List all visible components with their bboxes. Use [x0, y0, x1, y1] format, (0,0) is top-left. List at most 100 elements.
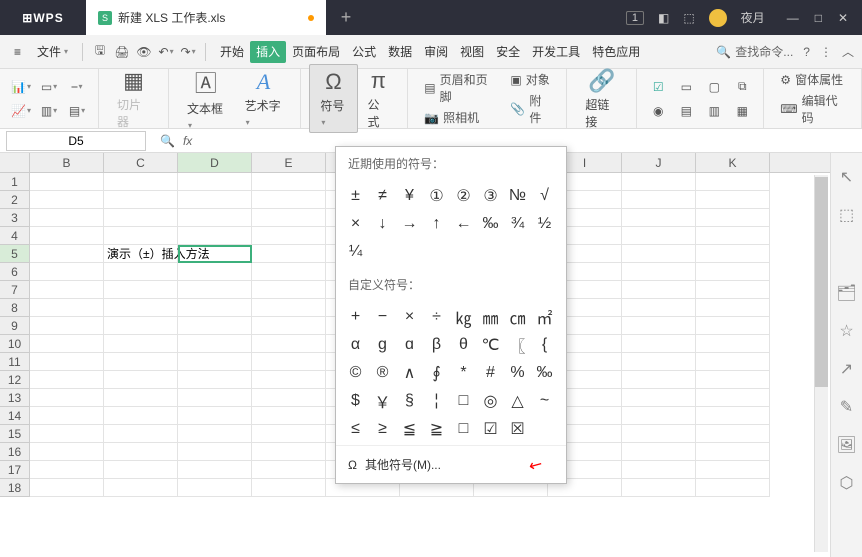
symbol-item[interactable]: ≧ — [423, 415, 450, 443]
cell[interactable] — [252, 425, 326, 443]
cell[interactable] — [30, 425, 104, 443]
cell[interactable] — [622, 335, 696, 353]
symbol-item[interactable]: ￥ — [369, 387, 396, 415]
cell[interactable] — [178, 317, 252, 335]
cell[interactable] — [178, 227, 252, 245]
cell[interactable] — [178, 371, 252, 389]
column-header[interactable]: C — [104, 153, 178, 172]
attachment-button[interactable]: 📎附件 — [510, 92, 550, 126]
symbol-item[interactable]: { — [531, 331, 558, 359]
cell[interactable] — [252, 299, 326, 317]
select-all-corner[interactable] — [0, 153, 30, 172]
cell[interactable] — [696, 209, 770, 227]
cell[interactable] — [622, 317, 696, 335]
symbol-item[interactable]: × — [396, 303, 423, 331]
symbol-item[interactable]: ≤ — [342, 415, 369, 443]
cell[interactable] — [104, 317, 178, 335]
line-icon[interactable]: ⎯▾ — [68, 78, 86, 96]
settings-icon[interactable]: ⬡ — [840, 473, 854, 493]
cell[interactable] — [178, 479, 252, 497]
minimize-button[interactable]: — — [787, 11, 799, 25]
menu-hamburger[interactable]: ≡ — [8, 41, 27, 63]
row-header[interactable]: 14 — [0, 407, 30, 425]
cell[interactable] — [30, 173, 104, 191]
menu-tab-5[interactable]: 审阅 — [418, 41, 454, 63]
textbox-button[interactable]: 🄰 文本框▾ — [177, 62, 235, 135]
symbol-item[interactable]: ɡ — [369, 331, 396, 359]
symbol-item[interactable]: ☒ — [504, 415, 531, 443]
cell[interactable] — [178, 443, 252, 461]
chart-icon[interactable]: 📊▾ — [12, 78, 30, 96]
user-avatar[interactable] — [709, 9, 727, 27]
app-icon-2[interactable]: ⬚ — [683, 11, 694, 25]
symbol-item[interactable]: + — [342, 303, 369, 331]
symbol-item[interactable]: ¾ — [504, 210, 531, 238]
menu-tab-1[interactable]: 插入 — [250, 41, 286, 63]
symbol-item[interactable]: ◎ — [477, 387, 504, 415]
cell[interactable] — [30, 263, 104, 281]
select-tool-icon[interactable]: ⬚ — [839, 205, 854, 225]
cell[interactable] — [30, 191, 104, 209]
redo-icon[interactable]: ↷▾ — [179, 43, 197, 61]
radio-control-icon[interactable]: ◉ — [649, 102, 667, 120]
cell[interactable] — [30, 443, 104, 461]
app-logo[interactable]: ⊞ WPS — [0, 0, 86, 35]
cursor-tool-icon[interactable]: ↖ — [840, 167, 853, 187]
help-button[interactable]: ? — [803, 45, 810, 59]
symbol-item[interactable]: □ — [450, 387, 477, 415]
symbol-item[interactable]: ¦ — [423, 387, 450, 415]
cell[interactable] — [104, 299, 178, 317]
maximize-button[interactable]: □ — [815, 11, 822, 25]
cell[interactable] — [178, 245, 252, 263]
row-header[interactable]: 4 — [0, 227, 30, 245]
cell[interactable] — [696, 227, 770, 245]
column-header[interactable]: B — [30, 153, 104, 172]
cell[interactable] — [30, 335, 104, 353]
fx-icon[interactable]: fx — [183, 134, 192, 148]
column-header[interactable]: E — [252, 153, 326, 172]
symbol-item[interactable]: № — [504, 182, 531, 210]
cell[interactable] — [104, 371, 178, 389]
symbol-item[interactable]: ≦ — [396, 415, 423, 443]
edit-icon[interactable]: ✎ — [840, 397, 853, 417]
row-header[interactable]: 13 — [0, 389, 30, 407]
cell[interactable] — [252, 191, 326, 209]
menu-tab-4[interactable]: 数据 — [382, 41, 418, 63]
row-header[interactable]: 9 — [0, 317, 30, 335]
print-icon[interactable]: 🖨 — [113, 43, 131, 61]
row-header[interactable]: 12 — [0, 371, 30, 389]
column-header[interactable]: J — [622, 153, 696, 172]
row-header[interactable]: 1 — [0, 173, 30, 191]
symbol-item[interactable]: △ — [504, 387, 531, 415]
cell[interactable] — [622, 209, 696, 227]
cell[interactable] — [696, 479, 770, 497]
cell[interactable] — [30, 245, 104, 263]
symbol-item[interactable]: ‰ — [531, 359, 558, 387]
new-tab-button[interactable]: + — [326, 0, 366, 35]
row-header[interactable]: 2 — [0, 191, 30, 209]
symbol-item[interactable]: % — [504, 359, 531, 387]
cell[interactable] — [696, 245, 770, 263]
symbol-item[interactable]: ← — [450, 210, 477, 238]
symbol-item[interactable]: § — [396, 387, 423, 415]
cell[interactable] — [252, 479, 326, 497]
symbol-item[interactable]: 〖 — [504, 331, 531, 359]
cell[interactable] — [178, 425, 252, 443]
column-header[interactable]: D — [178, 153, 252, 172]
scrollbar-control-icon[interactable]: ▥ — [705, 102, 723, 120]
object-button[interactable]: ▣对象 — [510, 71, 550, 88]
cell[interactable] — [252, 407, 326, 425]
cell[interactable] — [696, 281, 770, 299]
cell[interactable] — [30, 389, 104, 407]
symbol-item[interactable]: $ — [342, 387, 369, 415]
settings-button[interactable]: ⋮ — [820, 45, 832, 59]
row-header[interactable]: 10 — [0, 335, 30, 353]
formula-button[interactable]: π 公式 — [358, 64, 400, 134]
symbol-item[interactable]: ¥ — [396, 182, 423, 210]
sparkline-icon[interactable]: 📈▾ — [12, 102, 30, 120]
cell[interactable] — [622, 461, 696, 479]
cell[interactable] — [178, 263, 252, 281]
cell[interactable] — [252, 227, 326, 245]
row-header[interactable]: 5 — [0, 245, 30, 263]
cell[interactable] — [252, 335, 326, 353]
